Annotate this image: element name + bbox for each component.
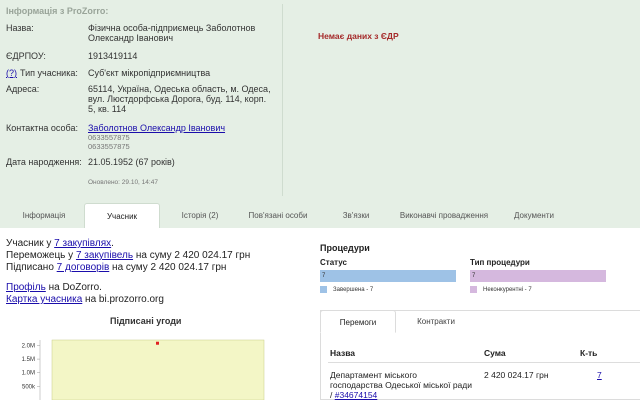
procedures-title: Процедури <box>320 243 370 253</box>
type-value: Суб'єкт мікропідприємництва <box>88 68 211 78</box>
tab-info[interactable]: Інформація <box>6 203 82 228</box>
col-name: Назва <box>330 348 356 358</box>
type-legend: Неконкурентні - 7 <box>470 286 532 293</box>
col-count: К-ть <box>580 348 598 358</box>
type-label-wrap: (?) Тип учасника: <box>6 68 88 78</box>
address-value: 65114, Україна, Одеська область, м. Одес… <box>88 84 278 114</box>
win-name-line-1: Департамент міського <box>330 370 417 380</box>
name-row: Назва: Фізична особа-підприємець Заболот… <box>6 23 278 43</box>
win-sum: 2 420 024.17 грн <box>484 370 549 380</box>
tab-contracts[interactable]: Контракти <box>396 310 476 333</box>
phone-1: 0633557875 <box>88 133 130 142</box>
contact-link[interactable]: Заболотнов Олександр Іванович <box>88 123 225 133</box>
contracts-link[interactable]: 7 договорів <box>57 262 110 273</box>
chart-plot-area <box>51 339 265 400</box>
edrpou-value: 1913419114 <box>88 51 138 61</box>
name-line-1: Фізична особа-підприємець Заболотнов <box>88 23 256 33</box>
profile-link[interactable]: Профіль <box>6 282 46 293</box>
main-tabs: Інформація Учасник Історія (2) Пов'язані… <box>0 203 640 228</box>
summary-card: Картка учасника на bi.prozorro.org <box>6 294 164 305</box>
status-bar[interactable]: 7 <box>320 270 456 282</box>
info-divider <box>282 4 283 196</box>
type-swatch <box>470 286 477 293</box>
summary-contracts: Підписано 7 договорів на суму 2 420 024.… <box>6 262 227 273</box>
win-tender-link[interactable]: #34674154 <box>335 390 378 400</box>
tab-links[interactable]: Зв'язки <box>318 203 394 228</box>
contact-label: Контактна особа: <box>6 123 78 133</box>
address-line-1: 65114, Україна, Одеська область, м. Одес… <box>88 84 271 94</box>
name-line-2: Олександр Іванович <box>88 33 174 43</box>
card-link[interactable]: Картка учасника <box>6 294 82 305</box>
birth-label: Дата народження: <box>6 157 82 167</box>
col-sum: Сума <box>484 348 506 358</box>
address-line-3: 5, кв. 114 <box>88 104 127 114</box>
tab-wins[interactable]: Перемоги <box>320 310 396 333</box>
type-legend-text: Неконкурентні - 7 <box>483 286 532 293</box>
info-panel: Інформація з ProZorro: Назва: Фізична ос… <box>0 0 640 228</box>
contact-row: Контактна особа: Заболотнов Олександр Ів… <box>6 123 278 151</box>
win-count-link[interactable]: 7 <box>597 370 602 380</box>
chart-point <box>156 341 159 345</box>
type-label: Тип учасника: <box>20 68 78 78</box>
tab-participant[interactable]: Учасник <box>84 203 160 228</box>
name-label: Назва: <box>6 23 34 33</box>
chart-y-ticks: 2.0M 1.5M 1.0M 500k <box>22 343 40 390</box>
birth-value: 21.05.1952 (67 років) <box>88 157 175 167</box>
edrpou-row: ЄДРПОУ: 1913419114 <box>6 51 278 61</box>
tab-enforcement[interactable]: Виконавчі провадження <box>396 203 492 228</box>
tab-documents[interactable]: Документи <box>494 203 574 228</box>
type-bar[interactable]: 7 <box>470 270 606 282</box>
chart-y-tick-label: 2.0M <box>22 343 35 349</box>
status-label: Статус <box>320 258 347 267</box>
win-name: Департамент міського господарства Одеськ… <box>330 370 480 400</box>
address-label: Адреса: <box>6 84 40 94</box>
purchases-link[interactable]: 7 закупівлях <box>54 238 111 249</box>
edr-message: Немає даних з ЄДР <box>318 31 399 41</box>
status-legend: Завершена - 7 <box>320 286 373 293</box>
tab-related[interactable]: Пов'язані особи <box>240 203 316 228</box>
phone-2: 0633557875 <box>88 142 130 151</box>
status-swatch <box>320 286 327 293</box>
address-line-2: вул. Люстдорфська Дорога, буд. 114, корп… <box>88 94 267 104</box>
summary-participation: Учасник у 7 закупівлях. <box>6 238 114 249</box>
contact-value: Заболотнов Олександр Іванович 0633557875… <box>88 123 278 151</box>
status-legend-text: Завершена - 7 <box>333 286 374 293</box>
wins-link[interactable]: 7 закупівель <box>76 250 133 261</box>
participant-summary: Учасник у 7 закупівлях. Переможець у 7 з… <box>6 238 306 306</box>
win-name-line-2: господарства Одеської міської ради <box>330 380 472 390</box>
type-label: Тип процедури <box>470 258 530 267</box>
address-row: Адреса: 65114, Україна, Одеська область,… <box>6 84 278 114</box>
summary-wins: Переможець у 7 закупівель на суму 2 420 … <box>6 250 251 261</box>
chart-points <box>156 341 159 345</box>
help-link[interactable]: (?) <box>6 68 17 78</box>
updated-timestamp: Оновлено: 29.10, 14:47 <box>88 179 158 186</box>
chart-title: Підписані угоди <box>110 316 182 326</box>
table-divider <box>328 362 640 363</box>
birth-row: Дата народження: 21.05.1952 (67 років) <box>6 157 278 167</box>
tab-history[interactable]: Історія (2) <box>162 203 238 228</box>
chart-y-tick-label: 500k <box>22 384 36 390</box>
win-name-line-3: / #34674154 <box>330 390 378 400</box>
signed-deals-chart: 2.0M 1.5M 1.0M 500k <box>22 339 265 400</box>
chart-y-tick-label: 1.5M <box>22 357 35 363</box>
edrpou-label: ЄДРПОУ: <box>6 51 46 61</box>
summary-profile: Профіль на DoZorro. <box>6 282 102 293</box>
info-title: Інформація з ProZorro: <box>6 6 109 16</box>
name-value: Фізична особа-підприємець Заболотнов Оле… <box>88 23 278 43</box>
chart-y-tick-label: 1.0M <box>22 371 35 377</box>
type-row: (?) Тип учасника: Суб'єкт мікропідприємни… <box>6 68 278 78</box>
win-count: 7 <box>597 370 602 380</box>
